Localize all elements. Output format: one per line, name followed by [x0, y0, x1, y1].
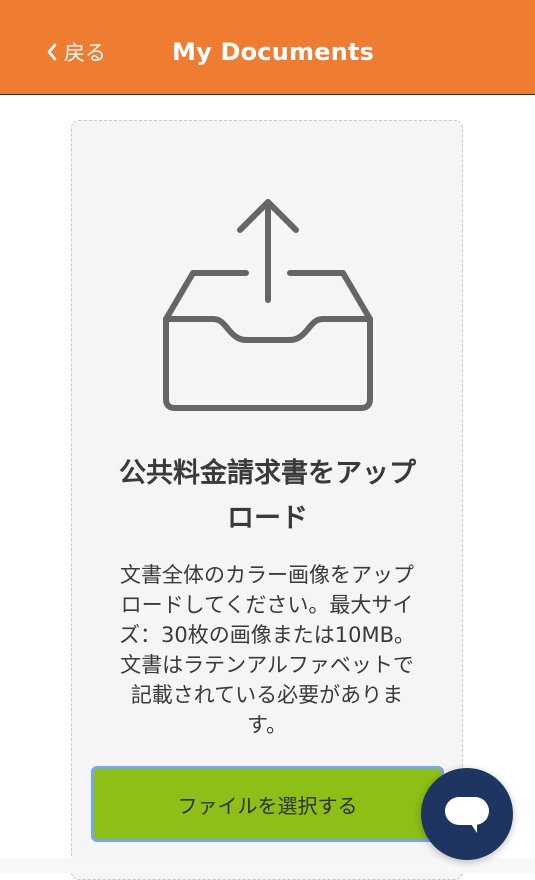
description-line: 文書はラテンアルファベットで: [120, 653, 414, 677]
upload-heading-line-2: ロード: [227, 503, 308, 534]
chevron-left-icon: [47, 43, 57, 61]
chat-bubble-icon: [445, 797, 489, 833]
back-button[interactable]: 戻る: [46, 37, 106, 67]
chat-button[interactable]: [421, 768, 513, 860]
description-line: ズ：30枚の画像または10MB。: [119, 623, 415, 647]
upload-tray-icon: [163, 199, 373, 411]
back-label: 戻る: [64, 41, 106, 65]
description-line: 文書全体のカラー画像をアップ: [120, 563, 414, 587]
app-header: 戻る My Documents: [0, 0, 535, 95]
description-line: ロードしてください。最大サイ: [120, 593, 414, 617]
page-title: My Documents: [172, 38, 375, 66]
bottom-bar: [0, 858, 535, 873]
select-file-button[interactable]: ファイルを選択する: [91, 766, 444, 842]
upload-heading: 公共料金請求書をアップ ロード: [80, 451, 455, 541]
upload-heading-line-1: 公共料金請求書をアップ: [119, 458, 416, 489]
upload-description: 文書全体のカラー画像をアップ ロードしてください。最大サイ ズ：30枚の画像また…: [92, 560, 442, 740]
description-line: す。: [247, 713, 287, 737]
description-line: 記載されている必要がありま: [130, 683, 404, 707]
